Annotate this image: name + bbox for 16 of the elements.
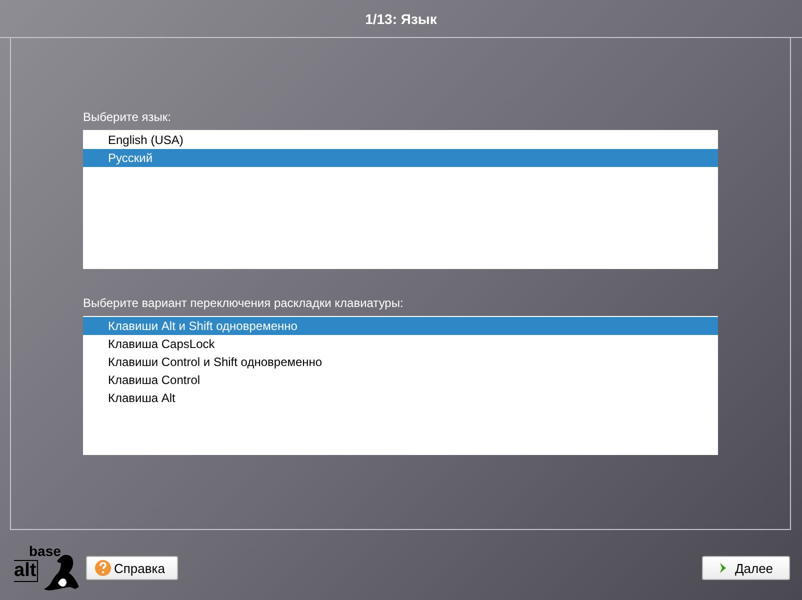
list-label: Выберите язык: bbox=[83, 110, 171, 124]
arrow-icon bbox=[718, 563, 727, 573]
list-item[interactable]: Клавиша CapsLock bbox=[83, 335, 718, 353]
help-button[interactable]: Справка bbox=[86, 556, 178, 580]
next-button[interactable]: Далее bbox=[702, 556, 790, 580]
list-label: Выберите вариант переключения раскладки клавиатуры: bbox=[83, 296, 404, 310]
help-icon bbox=[95, 560, 111, 576]
list-item[interactable]: Русский bbox=[83, 149, 718, 167]
logo-text: base bbox=[29, 544, 61, 558]
list-item[interactable]: Клавиши Alt и Shift одновременно bbox=[83, 317, 718, 335]
list-item[interactable]: Клавиши Control и Shift одновременно bbox=[83, 353, 718, 371]
list-item[interactable]: Клавиша Alt bbox=[83, 389, 718, 407]
logo-text: alt bbox=[14, 560, 38, 582]
window-title: 1/13: Язык bbox=[365, 10, 437, 26]
list-item[interactable]: Клавиша Control bbox=[83, 371, 718, 389]
list-item[interactable]: English (USA) bbox=[83, 131, 718, 149]
